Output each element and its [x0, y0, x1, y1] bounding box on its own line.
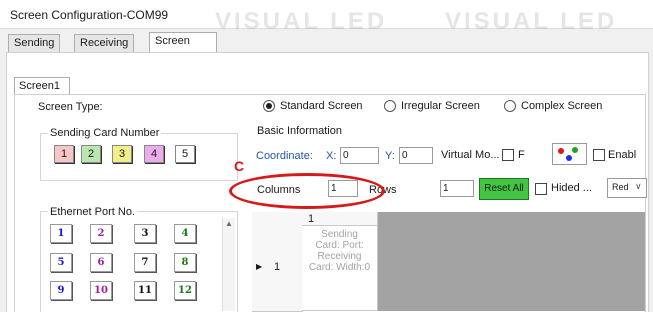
rows-input[interactable]: 1 — [440, 180, 474, 197]
radio-indicator — [504, 100, 516, 113]
reset-all-button[interactable]: Reset All — [479, 178, 529, 200]
radio-complex-screen[interactable]: Complex Screen — [504, 100, 603, 113]
screen-type-label: Screen Type: — [38, 101, 103, 113]
ethernet-port-button-11[interactable]: 11 — [134, 281, 156, 300]
ethernet-port-button-6[interactable]: 6 — [90, 253, 112, 272]
sending-card-button-5[interactable]: 5 — [175, 145, 195, 163]
row-selector-icon: ▶ — [256, 262, 263, 271]
virtual-mode-label: Virtual Mo... — [441, 149, 500, 161]
hided-checkbox[interactable] — [535, 183, 547, 195]
annotation-letter: C — [234, 158, 245, 174]
tab-sending-card[interactable]: Sending Card — [8, 34, 61, 66]
radio-indicator — [384, 100, 396, 113]
ethernet-port-button-12[interactable]: 12 — [174, 281, 196, 300]
blue-dot-icon — [566, 155, 572, 161]
grid-corner — [252, 212, 303, 227]
ethernet-port-button-2[interactable]: 2 — [90, 224, 112, 243]
tab-receiving-card[interactable]: Receiving Card — [74, 34, 135, 66]
screen-grid: 1 ▶ 1 Sending Card: Port: Receiving Card… — [252, 212, 645, 312]
color-select-value: Red — [612, 182, 629, 192]
y-label: Y: — [385, 150, 395, 162]
radio-irregular-screen[interactable]: Irregular Screen — [384, 100, 480, 113]
radio-label: Standard Screen — [280, 100, 363, 112]
watermark: VISUAL LED — [445, 8, 618, 35]
chevron-up-icon[interactable]: ▲ — [225, 219, 233, 228]
coordinate-label: Coordinate: — [256, 150, 313, 162]
ethernet-port-button-4[interactable]: 4 — [174, 224, 196, 243]
watermark: VISUAL LED — [215, 8, 388, 35]
sending-card-button-4[interactable]: 4 — [144, 145, 164, 163]
window-title: Screen Configuration-COM99 — [10, 8, 169, 22]
radio-label: Complex Screen — [521, 100, 603, 112]
ethernet-port-button-8[interactable]: 8 — [174, 253, 196, 272]
hided-label: Hided ... — [551, 182, 592, 194]
tab-screen1[interactable]: Screen1 — [14, 77, 70, 95]
enable-checkbox[interactable] — [593, 149, 605, 161]
sending-card-button-3[interactable]: 3 — [112, 145, 132, 163]
f-label: F — [518, 149, 525, 161]
radio-label: Irregular Screen — [401, 100, 480, 112]
ethernet-port-button-1[interactable]: 1 — [50, 224, 72, 243]
chevron-down-icon: ∨ — [635, 181, 642, 191]
sending-card-button-1[interactable]: 1 — [54, 145, 74, 163]
color-select[interactable]: Red ∨ — [607, 178, 647, 198]
grid-column-header: 1 — [302, 212, 378, 226]
enable-label: Enabl — [608, 149, 637, 161]
ethernet-label: Ethernet Port No. — [48, 206, 137, 218]
ethernet-port-button-3[interactable]: 3 — [134, 224, 156, 243]
grid-row-header-label: 1 — [274, 261, 281, 273]
color-palette-button[interactable] — [552, 143, 587, 165]
x-coordinate-input[interactable]: 0 — [340, 147, 379, 164]
virtual-mode-checkbox[interactable] — [502, 149, 514, 161]
ethernet-port-button-10[interactable]: 10 — [90, 281, 112, 300]
ethernet-port-button-5[interactable]: 5 — [50, 253, 72, 272]
title-bar: Screen Configuration-COM99 VISUAL LED VI… — [0, 0, 653, 35]
x-label: X: — [326, 150, 337, 162]
ethernet-scrollbar[interactable]: ▲ — [222, 218, 235, 311]
radio-standard-screen[interactable]: Standard Screen — [263, 100, 363, 113]
grid-row-header: ▶ 1 — [252, 226, 303, 312]
annotation-circle — [229, 173, 385, 209]
ethernet-port-button-7[interactable]: 7 — [134, 253, 156, 272]
red-dot-icon — [558, 148, 564, 154]
ethernet-port-button-9[interactable]: 9 — [50, 281, 72, 300]
sending-card-button-2[interactable]: 2 — [81, 145, 101, 163]
tab-screen-connection[interactable]: Screen Connection — [149, 32, 217, 64]
radio-indicator — [263, 100, 275, 113]
basic-info-label: Basic Information — [257, 125, 342, 137]
sending-card-label: Sending Card Number — [48, 127, 162, 139]
green-dot-icon — [572, 147, 578, 153]
y-coordinate-input[interactable]: 0 — [399, 147, 433, 164]
grid-cell[interactable]: Sending Card: Port: Receiving Card: Widt… — [302, 226, 378, 311]
